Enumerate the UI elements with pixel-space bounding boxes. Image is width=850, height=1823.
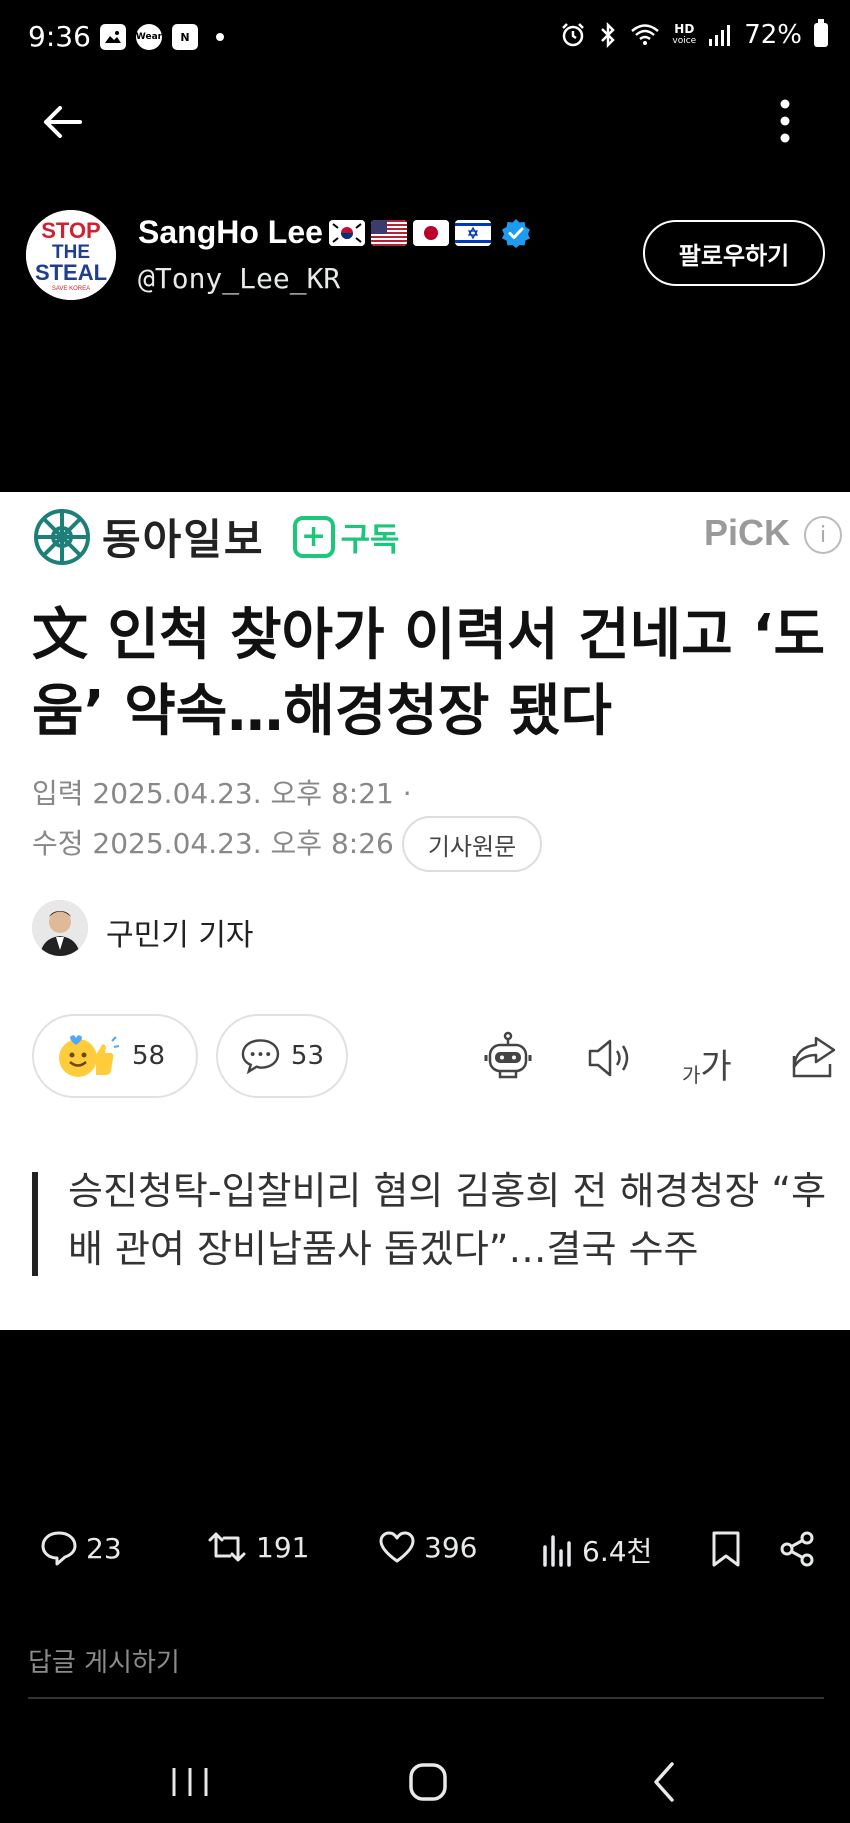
naver-icon: N bbox=[172, 24, 198, 50]
date-input: 입력 2025.04.23. 오후 8:21 · bbox=[32, 777, 412, 810]
system-nav-bar bbox=[0, 1740, 850, 1823]
notification-icons: Wear N bbox=[100, 24, 224, 50]
info-icon[interactable]: i bbox=[804, 516, 842, 554]
battery-icon bbox=[814, 19, 828, 47]
back-arrow-icon[interactable] bbox=[40, 100, 84, 144]
subscribe-label: 구독 bbox=[340, 519, 400, 558]
home-icon[interactable] bbox=[400, 1754, 456, 1810]
quote-bar bbox=[32, 1172, 38, 1276]
font-size-small: 가 bbox=[682, 1063, 701, 1087]
font-size-large: 가 bbox=[700, 1047, 732, 1087]
follow-button[interactable]: 팔로우하기 bbox=[643, 220, 825, 286]
avatar-line-3: STEAL bbox=[35, 260, 107, 285]
voice-label: voice bbox=[672, 36, 697, 46]
verified-badge-icon bbox=[501, 218, 530, 248]
retweet-count: 191 bbox=[256, 1530, 310, 1564]
il-flag-icon bbox=[454, 219, 491, 246]
speaker-icon[interactable] bbox=[582, 1030, 638, 1086]
pick-badge: PiCK bbox=[703, 512, 790, 553]
avatar-line-1: STOP bbox=[41, 218, 101, 243]
share-tweet-icon[interactable] bbox=[778, 1530, 816, 1568]
like-count: 396 bbox=[424, 1530, 478, 1564]
share-icon[interactable] bbox=[786, 1030, 842, 1086]
newspaper-header: 동아일보 + 구독 bbox=[32, 506, 399, 567]
reaction-emoji-icon bbox=[59, 1035, 120, 1077]
more-options-icon[interactable] bbox=[770, 98, 800, 144]
subscribe-plus-icon: + bbox=[292, 515, 335, 558]
name-row: SangHo Lee bbox=[138, 214, 531, 251]
views-chart-icon bbox=[543, 1535, 571, 1567]
us-flag-icon bbox=[370, 219, 407, 246]
system-icons: HD voice 72% bbox=[560, 19, 828, 50]
user-handle[interactable]: @Tony_Lee_KR bbox=[138, 262, 340, 295]
tweet-actions: 23 191 396 6.4천 bbox=[0, 1530, 850, 1580]
bluetooth-icon bbox=[601, 22, 616, 48]
article-image[interactable]: 동아일보 + 구독 PiCK i 文 인척 찾아가 이력서 건네고 ‘도움’ 약… bbox=[0, 492, 850, 1330]
wifi-icon bbox=[631, 24, 660, 45]
reply-input[interactable]: 답글 게시하기 bbox=[28, 1642, 180, 1679]
reaction-count: 58 bbox=[132, 1041, 166, 1071]
hd-label: HD bbox=[674, 22, 695, 36]
donga-logo-icon bbox=[34, 508, 90, 565]
status-bar: 9:36 Wear N HD voice 72% bbox=[0, 0, 850, 76]
reply-count: 23 bbox=[86, 1531, 122, 1565]
system-back-icon[interactable] bbox=[638, 1754, 694, 1810]
comment-bubble-icon bbox=[241, 1039, 280, 1075]
heart-icon bbox=[379, 1531, 415, 1563]
gallery-icon bbox=[100, 24, 126, 50]
bookmark-icon[interactable] bbox=[710, 1530, 742, 1568]
retweet-button[interactable]: 191 bbox=[206, 1530, 309, 1564]
divider bbox=[28, 1697, 824, 1699]
article-subheadline: 승진청탁-입찰비리 혐의 김홍희 전 해경청장 “후배 관여 장비납품사 돕겠다… bbox=[68, 1169, 827, 1271]
font-size-button[interactable]: 가 가 bbox=[682, 1032, 748, 1088]
hd-voice-icon: HD voice bbox=[672, 23, 696, 47]
avatar-line-4: SAVE KOREA bbox=[52, 286, 90, 292]
newspaper-name: 동아일보 bbox=[102, 515, 265, 564]
battery-percent: 72% bbox=[744, 20, 802, 50]
article-headline: 文 인척 찾아가 이력서 건네고 ‘도움’ 약속…해경청장 됐다 bbox=[32, 603, 825, 744]
comment-count: 53 bbox=[290, 1041, 324, 1071]
kr-flag-icon bbox=[328, 219, 365, 246]
subscribe-button[interactable]: + 구독 bbox=[292, 514, 400, 560]
retweet-icon bbox=[208, 1532, 246, 1562]
jp-flag-icon bbox=[412, 219, 449, 246]
wear-icon: Wear bbox=[136, 24, 162, 50]
signal-icon bbox=[709, 25, 731, 46]
view-count: 6.4천 bbox=[582, 1535, 653, 1568]
views-button[interactable]: 6.4천 bbox=[540, 1530, 652, 1570]
alarm-icon bbox=[562, 23, 585, 47]
comment-button[interactable]: 53 bbox=[216, 1014, 348, 1098]
reply-button[interactable]: 23 bbox=[40, 1530, 122, 1566]
status-time: 9:36 bbox=[28, 20, 91, 53]
more-notifications-dot bbox=[216, 33, 224, 41]
recent-apps-icon[interactable] bbox=[162, 1754, 218, 1810]
reporter-photo bbox=[32, 900, 88, 956]
avatar[interactable]: STOP THE STEAL SAVE KOREA bbox=[26, 210, 116, 300]
robot-summary-icon[interactable] bbox=[480, 1030, 536, 1086]
reaction-button[interactable]: 58 bbox=[32, 1014, 198, 1098]
date-modified: 수정 2025.04.23. 오후 8:26 bbox=[32, 827, 394, 860]
original-article-button[interactable]: 기사원문 bbox=[402, 816, 542, 872]
like-button[interactable]: 396 bbox=[378, 1530, 477, 1564]
reply-icon bbox=[41, 1531, 77, 1566]
reporter-name: 구민기 기자 bbox=[106, 918, 254, 953]
display-name[interactable]: SangHo Lee bbox=[138, 214, 323, 251]
